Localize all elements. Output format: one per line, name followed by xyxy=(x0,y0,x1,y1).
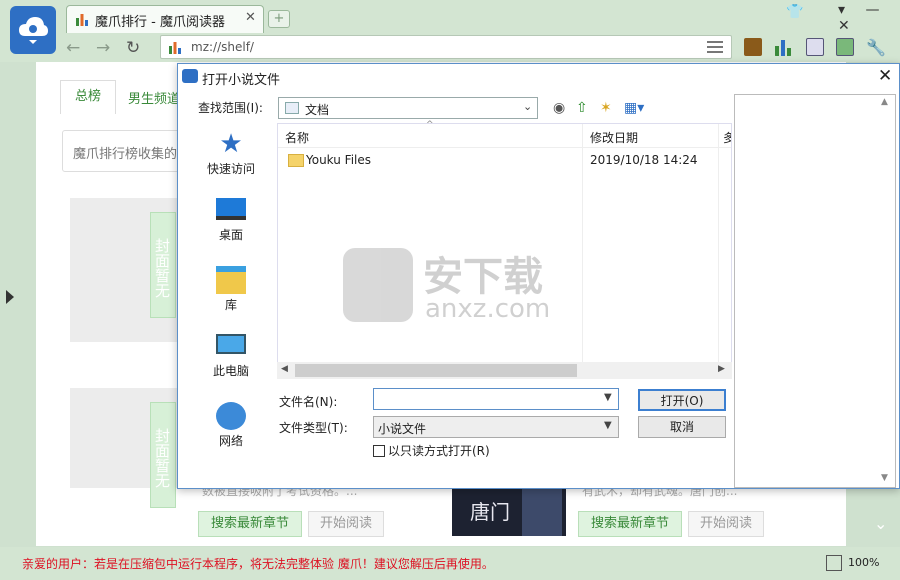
place-network[interactable]: 网络 xyxy=(188,402,274,464)
look-in-value: 文档 xyxy=(305,103,330,117)
cancel-button[interactable]: 取消 xyxy=(638,416,726,438)
readonly-checkbox[interactable]: 以只读方式打开(R) xyxy=(373,442,490,459)
filename-label: 文件名(N): xyxy=(279,395,338,409)
horizontal-scrollbar[interactable]: ◀ ▶ xyxy=(277,362,732,379)
refresh-icon[interactable]: ↻ xyxy=(126,38,140,58)
sidebar-expand-icon[interactable] xyxy=(6,290,14,304)
bookshelf-icon[interactable] xyxy=(744,38,762,56)
place-quick-access[interactable]: ★ 快速访问 xyxy=(188,130,274,192)
checkbox-box[interactable] xyxy=(373,445,385,457)
status-bar: 亲爱的用户：若是在压缩包中运行本程序，将无法完整体验 魔爪！建议您解压后再使用。… xyxy=(0,547,900,580)
new-tab-button[interactable]: + xyxy=(268,10,290,28)
ranking-icon xyxy=(76,14,88,26)
window-controls[interactable]: ▾ — ✕ xyxy=(838,2,900,34)
place-library[interactable]: 库 xyxy=(188,266,274,328)
network-icon xyxy=(216,402,246,430)
place-desktop[interactable]: 桌面 xyxy=(188,198,274,260)
filename-input[interactable]: ▼ xyxy=(373,388,619,410)
filetype-label: 文件类型(T): xyxy=(279,421,348,435)
folder-icon xyxy=(288,154,304,167)
status-warning: 亲爱的用户：若是在压缩包中运行本程序，将无法完整体验 魔爪！建议您解压后再使用。 xyxy=(22,557,494,571)
filetype-select[interactable]: 小说文件 ▼ xyxy=(373,416,619,438)
book-cover-title: 唐门 xyxy=(470,500,510,524)
up-folder-icon[interactable]: ⇧ xyxy=(576,100,588,116)
scroll-thumb[interactable] xyxy=(295,364,577,377)
desktop-icon xyxy=(216,198,246,220)
skin-icon[interactable]: 👕 xyxy=(786,4,803,20)
tab-close-icon[interactable]: ✕ xyxy=(245,10,256,25)
address-bar[interactable]: mz://shelf/ xyxy=(160,35,732,59)
tab-male[interactable]: 男生频道 xyxy=(128,88,180,107)
column-name[interactable]: 名称 xyxy=(285,129,309,146)
zoom-icon[interactable] xyxy=(826,555,842,571)
cover-placeholder: 封面暂无 xyxy=(150,402,176,508)
search-latest-chapter-button[interactable]: 搜索最新章节 xyxy=(198,511,302,537)
places-bar: ★ 快速访问 桌面 库 此电脑 网络 xyxy=(188,124,274,448)
browser-tab[interactable]: 魔爪排行 - 魔爪阅读器 ✕ xyxy=(66,5,264,33)
watermark-subtext: anxz.com xyxy=(425,294,551,324)
open-file-dialog: 打开小说文件 ✕ 查找范围(I): 文档 ⌄ ◉ ⇧ ✶ ▦▾ ★ 快速访问 桌… xyxy=(177,63,900,489)
zoom-level[interactable]: 100% xyxy=(848,556,879,569)
tab-title: 魔爪排行 - 魔爪阅读器 xyxy=(95,15,225,30)
close-icon[interactable]: ✕ xyxy=(878,66,892,86)
place-this-pc[interactable]: 此电脑 xyxy=(188,334,274,396)
start-reading-button[interactable]: 开始阅读 xyxy=(308,511,384,537)
image-icon[interactable] xyxy=(836,38,854,56)
column-date[interactable]: 修改日期 xyxy=(590,129,638,146)
place-label: 快速访问 xyxy=(206,162,255,176)
file-date: 2019/10/18 14:24 xyxy=(590,153,698,167)
shield-bag-icon xyxy=(343,248,413,322)
column-header xyxy=(278,124,731,148)
search-latest-chapter-button[interactable]: 搜索最新章节 xyxy=(578,511,682,537)
start-reading-button[interactable]: 开始阅读 xyxy=(688,511,764,537)
settings-wrench-icon[interactable]: 🔧 xyxy=(866,38,886,57)
cover-placeholder: 封面暂无 xyxy=(150,212,176,318)
place-label: 网络 xyxy=(218,434,243,448)
book-cover-image[interactable]: 唐门 xyxy=(452,484,566,536)
scroll-up-icon[interactable]: ▲ xyxy=(881,97,888,107)
chevron-down-icon[interactable]: ▼ xyxy=(604,392,612,403)
scroll-down-icon[interactable]: ⌄ xyxy=(874,514,887,533)
chevron-down-icon: ⌄ xyxy=(523,100,533,113)
scroll-right-icon[interactable]: ▶ xyxy=(718,364,725,374)
document-icon[interactable] xyxy=(806,38,824,56)
app-logo-icon xyxy=(182,69,198,83)
file-row[interactable]: Youku Files 2019/10/18 14:24 xyxy=(282,152,722,172)
computer-icon xyxy=(216,334,246,354)
look-in-label: 查找范围(I): xyxy=(198,101,263,115)
preview-pane: ▲ ▼ xyxy=(734,94,896,488)
place-label: 此电脑 xyxy=(212,364,249,378)
chevron-down-icon: ▼ xyxy=(604,420,612,431)
sort-ascending-icon: ^ xyxy=(426,120,434,130)
back-icon[interactable]: ← xyxy=(66,38,80,58)
new-folder-icon[interactable]: ✶ xyxy=(600,100,612,116)
documents-icon xyxy=(285,102,299,114)
filetype-value: 小说文件 xyxy=(378,422,427,436)
scroll-down-icon[interactable]: ▼ xyxy=(881,473,888,483)
star-icon: ★ xyxy=(219,129,243,159)
dialog-title: 打开小说文件 xyxy=(202,73,281,88)
look-in-select[interactable]: 文档 ⌄ xyxy=(278,97,538,119)
watermark: 安下载 anxz.com xyxy=(343,244,583,334)
app-logo[interactable] xyxy=(10,6,56,54)
ranking-icon[interactable] xyxy=(774,38,792,56)
address-text: mz://shelf/ xyxy=(191,40,254,54)
back-icon[interactable]: ◉ xyxy=(553,100,565,116)
place-label: 库 xyxy=(224,298,237,312)
scroll-left-icon[interactable]: ◀ xyxy=(281,364,288,374)
file-name: Youku Files xyxy=(306,153,372,167)
cover-art xyxy=(522,484,562,536)
place-label: 桌面 xyxy=(218,228,243,242)
forward-icon[interactable]: → xyxy=(96,38,110,58)
library-icon xyxy=(216,266,246,294)
ranking-icon xyxy=(169,42,181,54)
tab-overall[interactable]: 总榜 xyxy=(60,80,116,114)
readonly-label: 以只读方式打开(R) xyxy=(388,444,490,458)
menu-icon[interactable] xyxy=(707,41,723,53)
view-menu-icon[interactable]: ▦▾ xyxy=(624,100,644,116)
open-button[interactable]: 打开(O) xyxy=(638,389,726,411)
column-type[interactable]: 多 xyxy=(723,129,731,146)
